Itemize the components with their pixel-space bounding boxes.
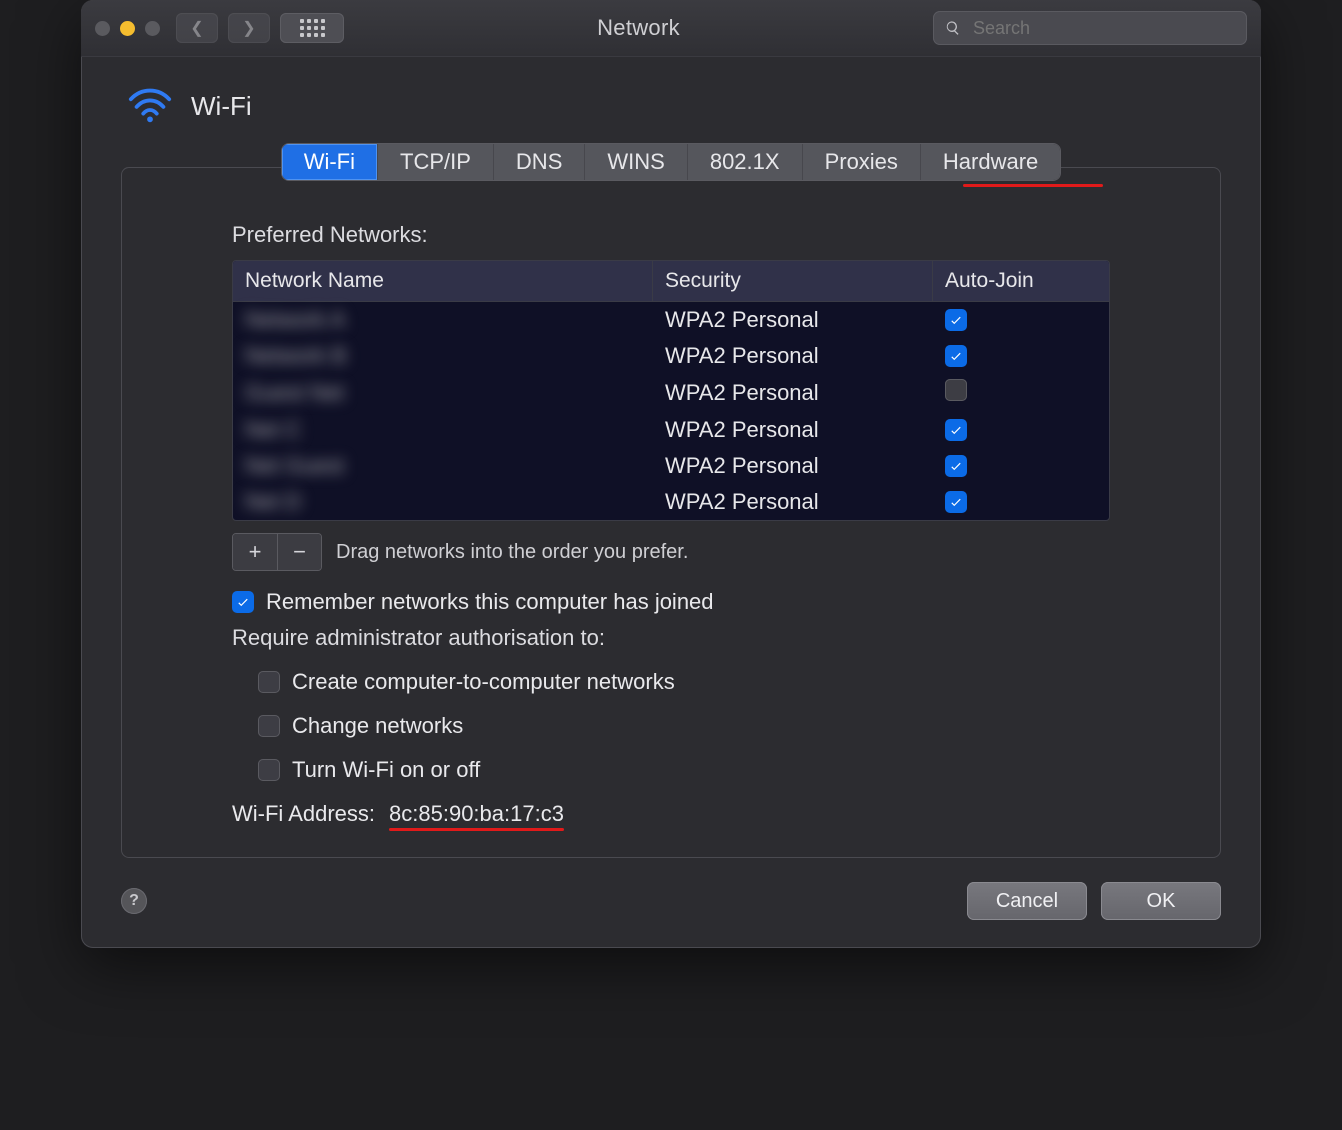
- search-input[interactable]: [971, 17, 1235, 40]
- require-admin-checkbox[interactable]: [258, 671, 280, 693]
- autojoin-checkbox[interactable]: [945, 345, 967, 367]
- require-admin-option[interactable]: Create computer-to-computer networks: [258, 669, 1110, 695]
- autojoin-checkbox[interactable]: [945, 419, 967, 441]
- cell-autojoin: [933, 486, 1109, 518]
- wifi-address-label: Wi-Fi Address:: [232, 801, 375, 827]
- footer: ? Cancel OK: [121, 882, 1221, 920]
- tabs: Wi-Fi TCP/IP DNS WINS 802.1X Proxies Har…: [81, 144, 1261, 180]
- minimize-window-dot[interactable]: [120, 21, 135, 36]
- require-admin-option[interactable]: Turn Wi-Fi on or off: [258, 757, 1110, 783]
- back-button[interactable]: ❮: [176, 13, 218, 43]
- autojoin-checkbox[interactable]: [945, 455, 967, 477]
- autojoin-checkbox[interactable]: [945, 491, 967, 513]
- table-actions: + − Drag networks into the order you pre…: [232, 533, 1110, 571]
- require-admin-label: Require administrator authorisation to:: [232, 625, 1110, 651]
- search-icon: [945, 20, 961, 36]
- tab-dns[interactable]: DNS: [494, 144, 585, 180]
- preferred-networks-table: Network Name Security Auto-Join Network …: [232, 260, 1110, 521]
- grid-icon: [300, 19, 325, 37]
- autojoin-checkbox[interactable]: [945, 309, 967, 331]
- cell-security: WPA2 Personal: [653, 340, 933, 372]
- cell-autojoin: [933, 376, 1109, 410]
- cell-security: WPA2 Personal: [653, 486, 933, 518]
- cell-autojoin: [933, 414, 1109, 446]
- col-network-name[interactable]: Network Name: [233, 261, 653, 301]
- cell-security: WPA2 Personal: [653, 450, 933, 482]
- tab-hardware[interactable]: Hardware: [921, 144, 1060, 180]
- tab-8021x[interactable]: 802.1X: [688, 144, 803, 180]
- remember-networks-checkbox[interactable]: [232, 591, 254, 613]
- wifi-address-row: Wi-Fi Address: 8c:85:90:ba:17:c3: [232, 801, 1110, 827]
- pane-header: Wi-Fi: [81, 57, 1261, 138]
- chevron-left-icon: ❮: [190, 18, 203, 38]
- wifi-panel: Preferred Networks: Network Name Securit…: [121, 167, 1221, 858]
- require-admin-option[interactable]: Change networks: [258, 713, 1110, 739]
- remove-network-button[interactable]: −: [277, 534, 321, 570]
- drag-hint: Drag networks into the order you prefer.: [336, 541, 688, 564]
- tab-tcpip[interactable]: TCP/IP: [378, 144, 494, 180]
- cell-autojoin: [933, 340, 1109, 372]
- cell-network-name: Net D: [233, 486, 653, 518]
- cell-security: WPA2 Personal: [653, 377, 933, 409]
- cell-autojoin: [933, 450, 1109, 482]
- cancel-button[interactable]: Cancel: [967, 882, 1087, 920]
- close-window-dot[interactable]: [95, 21, 110, 36]
- autojoin-checkbox[interactable]: [945, 379, 967, 401]
- tab-proxies[interactable]: Proxies: [803, 144, 921, 180]
- require-admin-item-label: Turn Wi-Fi on or off: [292, 757, 480, 783]
- table-row[interactable]: Network BWPA2 Personal: [233, 338, 1109, 374]
- tab-wins[interactable]: WINS: [585, 144, 687, 180]
- tab-wifi[interactable]: Wi-Fi: [282, 144, 378, 180]
- cell-network-name: Network A: [233, 304, 653, 336]
- remember-networks-option[interactable]: Remember networks this computer has join…: [232, 589, 1110, 615]
- search-field[interactable]: [933, 11, 1247, 45]
- cell-security: WPA2 Personal: [653, 414, 933, 446]
- network-preferences-window: ❮ ❯ Network Wi-Fi: [81, 0, 1261, 948]
- preferred-networks-label: Preferred Networks:: [232, 222, 1110, 248]
- cell-network-name: Net C: [233, 414, 653, 446]
- require-admin-item-label: Change networks: [292, 713, 463, 739]
- cell-network-name: Network B: [233, 340, 653, 372]
- help-button[interactable]: ?: [121, 888, 147, 914]
- table-row[interactable]: Net CWPA2 Personal: [233, 412, 1109, 448]
- col-security[interactable]: Security: [653, 261, 933, 301]
- require-admin-item-label: Create computer-to-computer networks: [292, 669, 675, 695]
- table-row[interactable]: Network AWPA2 Personal: [233, 302, 1109, 338]
- table-row[interactable]: Net DWPA2 Personal: [233, 484, 1109, 520]
- table-row[interactable]: Net GuestWPA2 Personal: [233, 448, 1109, 484]
- col-autojoin[interactable]: Auto-Join: [933, 261, 1109, 301]
- add-network-button[interactable]: +: [233, 534, 277, 570]
- chevron-right-icon: ❯: [242, 18, 255, 38]
- wifi-icon: [127, 85, 173, 128]
- zoom-window-dot[interactable]: [145, 21, 160, 36]
- titlebar: ❮ ❯ Network: [81, 0, 1261, 57]
- table-row[interactable]: Guest NetWPA2 Personal: [233, 374, 1109, 412]
- forward-button[interactable]: ❯: [228, 13, 270, 43]
- pane-title: Wi-Fi: [191, 91, 252, 122]
- cell-network-name: Net Guest: [233, 450, 653, 482]
- require-admin-checkbox[interactable]: [258, 759, 280, 781]
- cell-security: WPA2 Personal: [653, 304, 933, 336]
- wifi-address-value: 8c:85:90:ba:17:c3: [389, 801, 564, 827]
- cell-network-name: Guest Net: [233, 377, 653, 409]
- traffic-lights: [95, 21, 160, 36]
- table-header: Network Name Security Auto-Join: [233, 261, 1109, 302]
- ok-button[interactable]: OK: [1101, 882, 1221, 920]
- show-all-button[interactable]: [280, 13, 344, 43]
- require-admin-checkbox[interactable]: [258, 715, 280, 737]
- window-title: Network: [354, 15, 923, 41]
- remember-networks-label: Remember networks this computer has join…: [266, 589, 714, 615]
- cell-autojoin: [933, 304, 1109, 336]
